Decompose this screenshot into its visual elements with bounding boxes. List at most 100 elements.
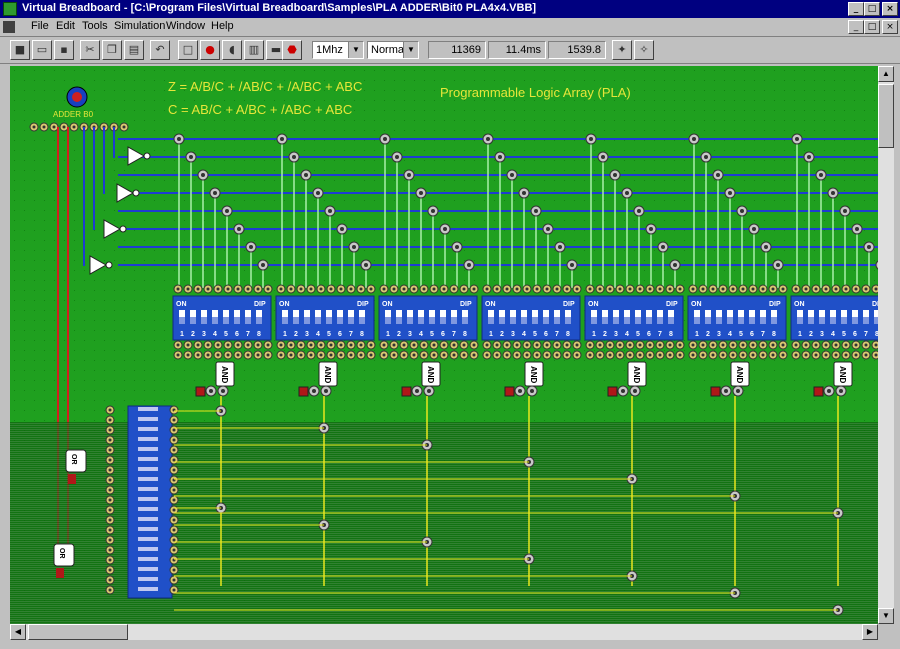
inverter-gate xyxy=(89,255,108,275)
cycle-count: 11369 xyxy=(428,41,486,59)
pin-hole xyxy=(462,287,466,291)
scroll-down-icon[interactable]: ▼ xyxy=(878,608,894,624)
pin-hole xyxy=(628,287,632,291)
dip-number: 4 xyxy=(213,331,217,338)
pin-hole xyxy=(108,578,112,582)
and-label: AND xyxy=(735,366,744,384)
pin-hole xyxy=(319,353,323,357)
node-center xyxy=(316,191,320,195)
frequency-readout: 1539.8 xyxy=(548,41,606,59)
wand-icon[interactable]: ✦ xyxy=(612,40,632,60)
pin-hole xyxy=(854,353,858,357)
pin-hole xyxy=(279,353,283,357)
menu-help[interactable]: Help xyxy=(211,20,234,32)
chevron-down-icon[interactable]: ▼ xyxy=(403,42,418,58)
node-center xyxy=(304,173,308,177)
scroll-up-icon[interactable]: ▲ xyxy=(878,66,894,82)
stop-circle-icon[interactable]: ● xyxy=(200,40,220,60)
dip-on-label: ON xyxy=(382,301,393,308)
elapsed-time: 11.4ms xyxy=(488,41,546,59)
open-icon[interactable]: ▭ xyxy=(32,40,52,60)
pin-hole xyxy=(462,353,466,357)
pin-hole xyxy=(349,343,353,347)
dip-lever-state xyxy=(190,317,196,324)
horizontal-scroll-thumb[interactable] xyxy=(28,624,128,640)
minimize-button[interactable]: _ xyxy=(848,2,864,16)
pin-hole xyxy=(309,287,313,291)
pin-hole xyxy=(731,343,735,347)
pin-hole xyxy=(108,428,112,432)
output-dip-lever xyxy=(138,437,158,441)
pin-hole xyxy=(555,353,559,357)
copy-icon[interactable]: ❐ xyxy=(102,40,122,60)
pin-hole xyxy=(751,353,755,357)
chevron-down-icon[interactable]: ▼ xyxy=(348,42,363,58)
pin-hole xyxy=(535,343,539,347)
dip-lever-state xyxy=(359,317,365,324)
doc-minimize-button[interactable]: _ xyxy=(848,20,864,34)
clock-select[interactable]: 1Mhz ▼ xyxy=(312,41,364,59)
pin-hole xyxy=(442,343,446,347)
pin-hole xyxy=(485,343,489,347)
menu-tools[interactable]: Tools xyxy=(82,20,108,32)
inverter-gate xyxy=(127,146,146,166)
pin-hole xyxy=(246,287,250,291)
cut-icon[interactable]: ✂ xyxy=(80,40,100,60)
node-center xyxy=(522,191,526,195)
pin-hole xyxy=(638,353,642,357)
save-icon[interactable]: ▪ xyxy=(54,40,74,60)
dip-lever-state xyxy=(591,317,597,324)
pin-hole xyxy=(691,343,695,347)
maximize-button[interactable]: □ xyxy=(864,2,880,16)
pin-hole xyxy=(824,287,828,291)
pin-hole xyxy=(432,287,436,291)
document-icon[interactable] xyxy=(3,21,15,33)
pin-hole xyxy=(226,343,230,347)
undo-icon[interactable]: ↶ xyxy=(150,40,170,60)
stop-sign-icon[interactable]: ⬣ xyxy=(282,40,302,60)
pin-hole xyxy=(648,343,652,347)
menu-file[interactable]: File xyxy=(31,20,49,32)
mode-select[interactable]: Normal ▼ xyxy=(367,41,419,59)
scroll-right-icon[interactable]: ▶ xyxy=(862,624,878,640)
pin-hole xyxy=(834,287,838,291)
pin-hole xyxy=(472,353,476,357)
pin-hole xyxy=(349,287,353,291)
pin-hole xyxy=(266,353,270,357)
pin-hole xyxy=(545,287,549,291)
doc-close-button[interactable]: × xyxy=(882,20,898,34)
new-icon[interactable]: ■ xyxy=(10,40,30,60)
breadboard-canvas[interactable]: ON DIP 1 2 3 4 5 6 7 8 AND ON DIP 1 2 3 4 5 6 7 8 AND ON DIP 1 2 3… xyxy=(10,66,878,624)
dip-lever-state xyxy=(510,317,516,324)
pin-hole xyxy=(751,343,755,347)
doc-restore-button[interactable]: □ xyxy=(864,20,880,34)
menu-edit[interactable]: Edit xyxy=(56,20,75,32)
wand2-icon[interactable]: ✧ xyxy=(634,40,654,60)
pin-hole xyxy=(196,287,200,291)
output-dip-lever xyxy=(138,567,158,571)
chip-icon[interactable]: ▥ xyxy=(244,40,264,60)
vertical-scrollbar[interactable]: ▲ ▼ xyxy=(878,66,894,624)
horizontal-scrollbar[interactable]: ◀ ▶ xyxy=(10,624,878,640)
clear-icon[interactable]: □ xyxy=(178,40,198,60)
dip-lever-state xyxy=(771,317,777,324)
pin-hole xyxy=(575,287,579,291)
pin-hole xyxy=(402,287,406,291)
pin-hole xyxy=(854,343,858,347)
pin-hole xyxy=(412,343,416,347)
probe-icon[interactable]: ◖ xyxy=(222,40,242,60)
menu-window[interactable]: Window xyxy=(166,20,205,32)
paste-icon[interactable]: ▤ xyxy=(124,40,144,60)
dip-lever-state xyxy=(863,317,869,324)
pin-hole xyxy=(711,343,715,347)
menu-simulation[interactable]: Simulation xyxy=(114,20,165,32)
vertical-scroll-thumb[interactable] xyxy=(878,84,894,148)
node-center xyxy=(827,389,831,393)
pin-hole xyxy=(545,343,549,347)
scroll-left-icon[interactable]: ◀ xyxy=(10,624,26,640)
pin-hole xyxy=(256,287,260,291)
pin-hole xyxy=(794,343,798,347)
pin-hole xyxy=(236,287,240,291)
close-button[interactable]: × xyxy=(882,2,898,16)
dip-number: 4 xyxy=(522,331,526,338)
